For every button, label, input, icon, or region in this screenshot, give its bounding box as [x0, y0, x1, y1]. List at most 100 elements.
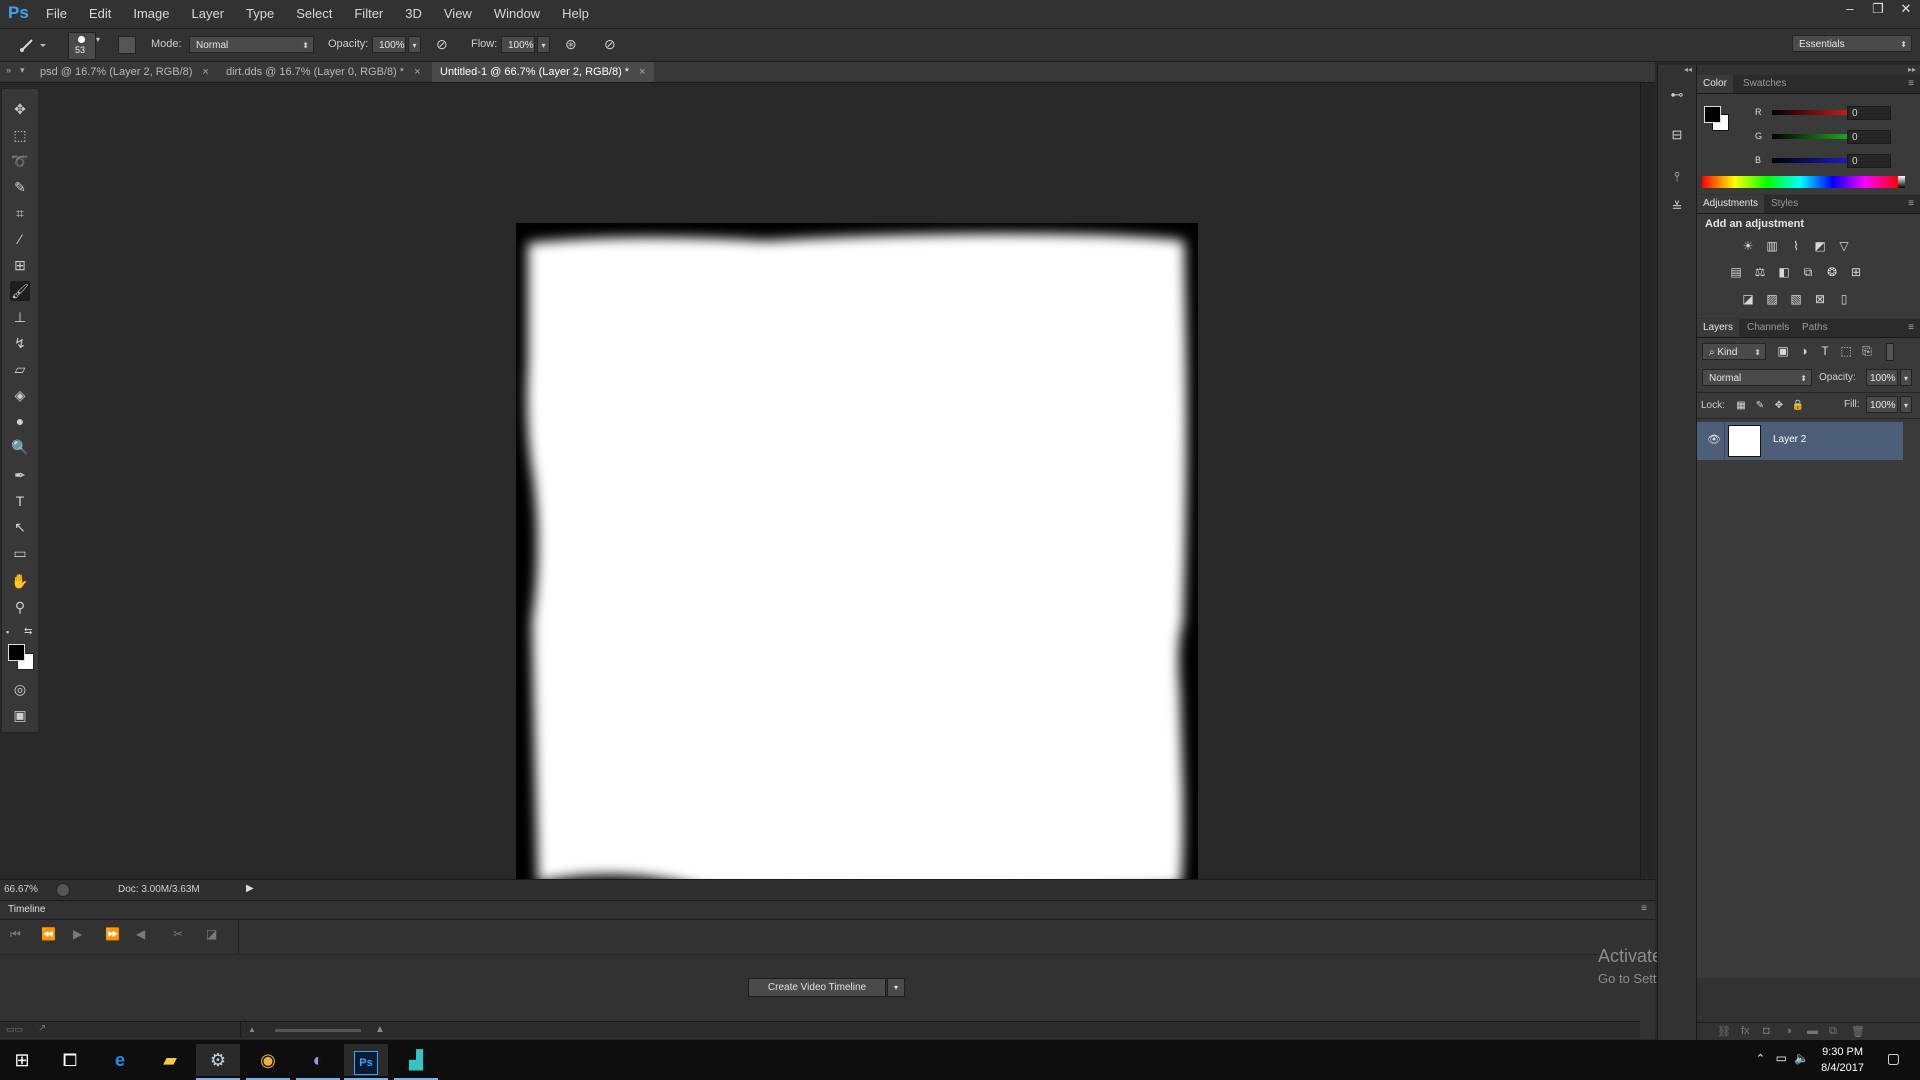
menu-filter[interactable]: Filter — [354, 0, 395, 28]
new-group-icon[interactable]: ▬ — [1807, 1025, 1818, 1037]
next-frame-icon[interactable]: ⏩ — [105, 927, 120, 941]
task-view-icon[interactable]: ⧠ — [48, 1044, 92, 1076]
blur-icon[interactable]: ● — [10, 411, 30, 431]
menu-help[interactable]: Help — [562, 0, 601, 28]
color-spectrum[interactable] — [1702, 176, 1898, 188]
pen-icon[interactable]: ✒ — [10, 465, 30, 485]
brush-icon[interactable]: 🖌 — [10, 281, 30, 301]
tab-paths[interactable]: Paths — [1796, 319, 1834, 337]
document-canvas[interactable] — [516, 223, 1198, 905]
tab-psd[interactable]: psd @ 16.7% (Layer 2, RGB/8) × — [32, 62, 217, 82]
tab-adjustments[interactable]: Adjustments — [1697, 195, 1765, 213]
pressure-opacity-icon[interactable]: ⊘ — [436, 36, 454, 54]
vertical-scrollbar[interactable] — [1640, 83, 1654, 878]
create-video-timeline-button[interactable]: Create Video Timeline — [748, 978, 886, 997]
healing-icon[interactable]: ⊞ — [10, 255, 30, 275]
levels-icon[interactable]: ▥ — [1764, 238, 1780, 254]
layer-opacity-input[interactable]: 100% — [1866, 369, 1898, 386]
menu-edit[interactable]: Edit — [89, 0, 123, 28]
brightness-icon[interactable]: ☀ — [1740, 238, 1756, 254]
audio-icon[interactable]: ◀ — [136, 927, 145, 941]
add-mask-icon[interactable]: ◘ — [1763, 1025, 1770, 1037]
color-balance-icon[interactable]: ⚖ — [1752, 264, 1768, 280]
status-menu-arrow-icon[interactable]: ▶ — [246, 883, 254, 894]
crop-icon[interactable]: ⌗ — [10, 203, 30, 223]
menu-layer[interactable]: Layer — [192, 0, 237, 28]
expand-panels-icon[interactable]: ▸▸ — [1908, 65, 1916, 74]
screen-mode-icon[interactable]: ▣ — [10, 705, 30, 725]
close-icon[interactable]: × — [414, 66, 420, 78]
photo-filter-icon[interactable]: ⧉ — [1800, 264, 1816, 280]
panel-menu-icon[interactable]: ▾ — [20, 65, 25, 76]
foreground-color-swatch[interactable] — [1704, 106, 1721, 123]
menu-file[interactable]: File — [46, 0, 79, 28]
first-frame-icon[interactable]: ⏮ — [10, 927, 21, 942]
swap-colors-icon[interactable]: ⇆ — [24, 626, 32, 637]
brush-tool-preset-icon[interactable] — [18, 35, 48, 55]
marquee-icon[interactable]: ⬚ — [10, 125, 30, 145]
layer-row[interactable]: 👁 Layer 2 — [1697, 422, 1903, 460]
restore-button[interactable]: ❐ — [1864, 0, 1892, 18]
collapse-toolbox-icon[interactable]: » — [6, 65, 11, 75]
bw-ramp[interactable] — [1898, 176, 1905, 188]
play-icon[interactable]: ▶ — [73, 927, 82, 941]
menu-view[interactable]: View — [444, 0, 484, 28]
airbrush-icon[interactable]: ⊛ — [565, 36, 583, 54]
brush-panel-icon[interactable]: ≚ — [1668, 199, 1686, 217]
photoshop-icon[interactable]: Ps — [344, 1044, 388, 1080]
collapse-panels-icon[interactable]: ◂◂ — [1684, 65, 1692, 74]
layer-name[interactable]: Layer 2 — [1773, 434, 1806, 445]
rectangle-icon[interactable]: ▭ — [10, 543, 30, 563]
vibrance-icon[interactable]: ▽ — [1836, 238, 1852, 254]
timeline-zoom-slider[interactable] — [275, 1029, 361, 1032]
red-value[interactable]: 0 — [1847, 106, 1891, 120]
threshold-icon[interactable]: ▧ — [1788, 291, 1804, 307]
red-slider[interactable] — [1772, 110, 1858, 115]
curves-icon[interactable]: ⌇ — [1788, 238, 1804, 254]
close-button[interactable]: ✕ — [1892, 0, 1920, 18]
hand-icon[interactable]: ✋ — [10, 571, 30, 591]
eyedropper-icon[interactable]: ⁄ — [10, 229, 30, 249]
layer-opacity-slider-button[interactable]: ▾ — [1900, 369, 1912, 386]
opacity-input[interactable]: 100% — [372, 36, 406, 53]
filter-adjustment-icon[interactable]: ◑ — [1796, 343, 1812, 359]
filter-kind-dropdown[interactable]: ⌕ Kind ⬍ — [1702, 343, 1766, 360]
lock-transparent-icon[interactable]: ▦ — [1733, 398, 1749, 414]
posterize-icon[interactable]: ▨ — [1764, 291, 1780, 307]
blend-mode-dropdown[interactable]: Normal ⬍ — [1702, 369, 1812, 386]
link-layers-icon[interactable]: ⛓ — [1717, 1025, 1731, 1038]
flow-slider-button[interactable]: ▾ — [537, 36, 550, 53]
windows-start-icon[interactable]: ⊞ — [0, 1044, 44, 1076]
tab-color[interactable]: Color — [1697, 75, 1733, 93]
filter-smart-object-icon[interactable]: ⎘ — [1859, 343, 1875, 359]
history-brush-icon[interactable]: ↯ — [10, 333, 30, 353]
default-colors-icon[interactable]: ▪ — [6, 627, 9, 637]
minimize-button[interactable]: – — [1836, 0, 1864, 18]
edge-icon[interactable]: e — [98, 1044, 142, 1076]
blue-slider[interactable] — [1772, 158, 1858, 163]
app-icon[interactable]: ▟ — [394, 1044, 438, 1080]
close-icon[interactable]: × — [639, 66, 645, 78]
lock-position-icon[interactable]: ✥ — [1771, 398, 1787, 414]
workspace-dropdown[interactable]: Essentials ⬍ — [1792, 35, 1912, 52]
green-value[interactable]: 0 — [1847, 130, 1891, 144]
move-icon[interactable]: ✥ — [10, 99, 30, 119]
tab-channels[interactable]: Channels — [1741, 319, 1795, 337]
type-icon[interactable]: T — [10, 491, 30, 511]
steam-icon[interactable]: ⚙ — [196, 1044, 240, 1080]
selective-color-icon[interactable]: ▯ — [1836, 291, 1852, 307]
new-adjustment-icon[interactable]: ◑ — [1785, 1025, 1792, 1037]
menu-3d[interactable]: 3D — [405, 0, 434, 28]
filter-pixel-icon[interactable]: ▣ — [1775, 343, 1791, 359]
panel-menu-icon[interactable]: ≡ — [1908, 78, 1914, 89]
blue-value[interactable]: 0 — [1847, 154, 1891, 168]
tab-styles[interactable]: Styles — [1765, 195, 1804, 213]
paint-bucket-icon[interactable]: ◈ — [10, 385, 30, 405]
quick-select-icon[interactable]: ✎ — [10, 177, 30, 197]
timeline-render-icon[interactable]: ↗ — [38, 1023, 46, 1034]
tab-dirt-dds[interactable]: dirt.dds @ 16.7% (Layer 0, RGB/8) * × — [218, 62, 429, 82]
brush-picker-arrow-icon[interactable]: ▾ — [96, 35, 100, 44]
invert-icon[interactable]: ◪ — [1740, 291, 1756, 307]
channel-mixer-icon[interactable]: ❂ — [1824, 264, 1840, 280]
lasso-icon[interactable]: ➰ — [10, 151, 30, 171]
